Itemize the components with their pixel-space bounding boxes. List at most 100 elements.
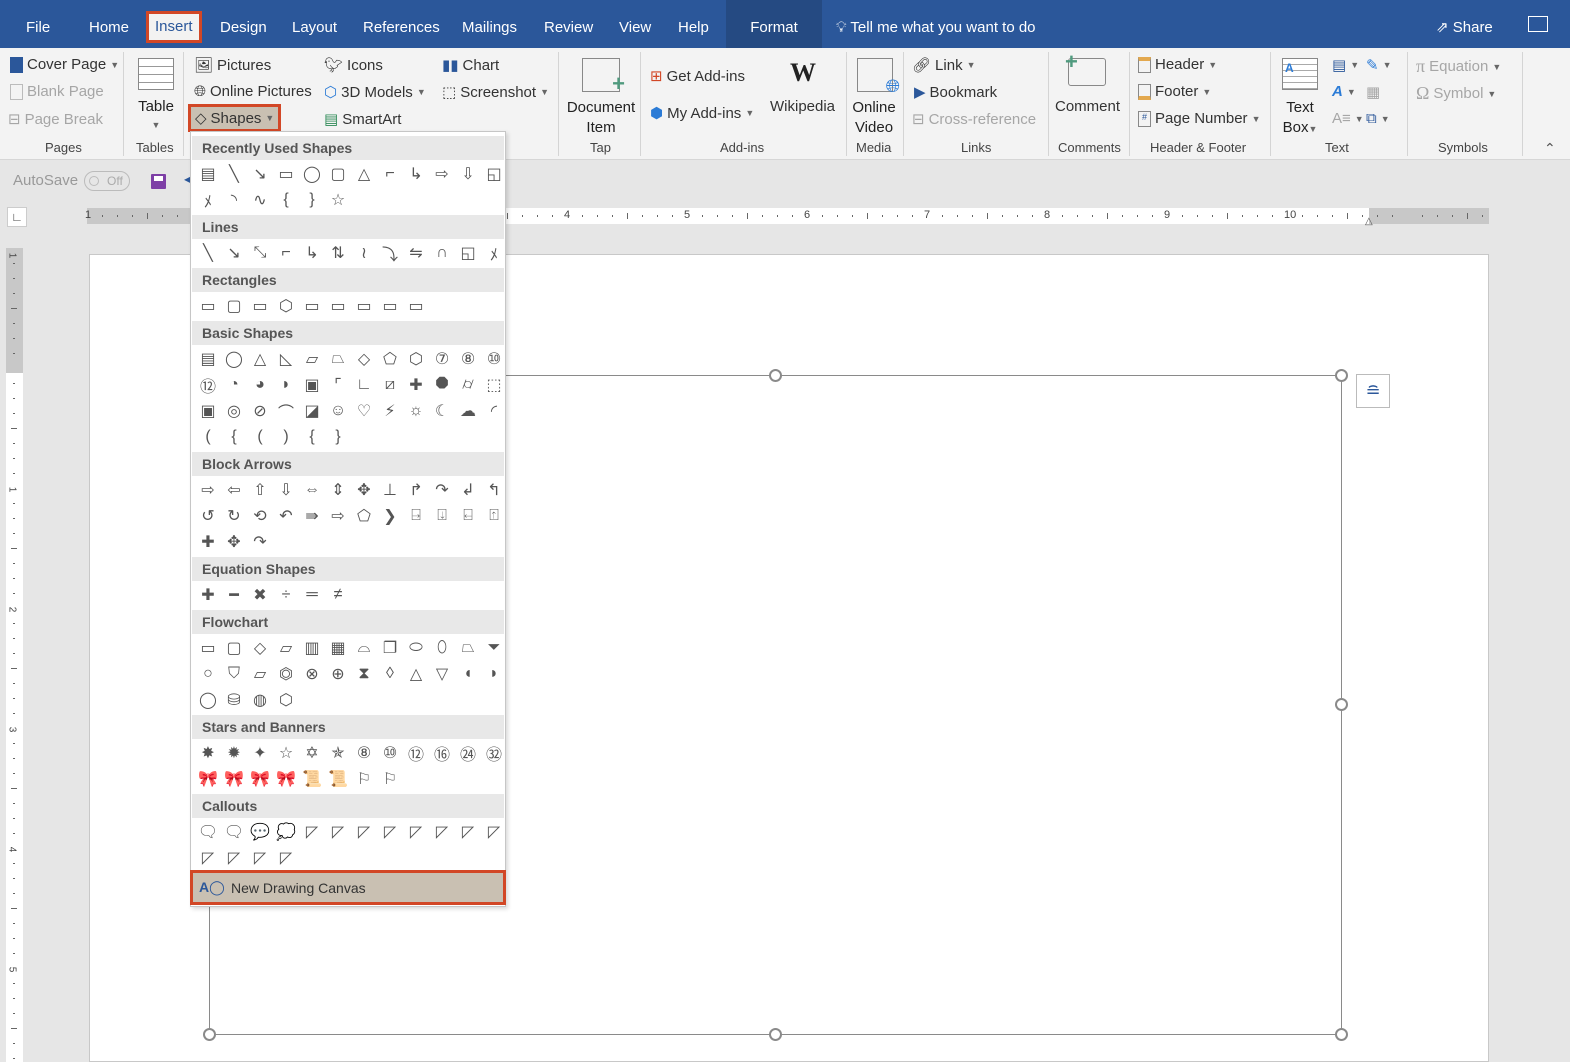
stars-shape-icon[interactable]: 🎀 (273, 766, 299, 792)
basic-shape-icon[interactable]: ✚ (403, 372, 429, 398)
tab-insert[interactable]: Insert (146, 11, 202, 43)
basic-shape-icon[interactable]: ☺ (325, 398, 351, 424)
recent-shape-icon[interactable]: ↘ (247, 161, 273, 187)
stars-shape-icon[interactable]: 🎀 (195, 766, 221, 792)
flowchart-shape-icon[interactable]: ◗ (481, 661, 507, 687)
rectangles-shape-icon[interactable]: ▭ (195, 293, 221, 319)
recent-shape-icon[interactable]: ╲ (221, 161, 247, 187)
callouts-shape-icon[interactable]: ◸ (273, 845, 299, 871)
callouts-shape-icon[interactable]: ◸ (247, 845, 273, 871)
equation-shape-icon[interactable]: ✚ (195, 582, 221, 608)
recent-shape-icon[interactable]: ☆ (325, 187, 351, 213)
stars-shape-icon[interactable]: ㉜ (481, 740, 507, 766)
tab-mailings[interactable]: Mailings (454, 0, 525, 48)
block_arrows-shape-icon[interactable]: ⇨ (325, 503, 351, 529)
callouts-shape-icon[interactable]: 🗨 (195, 819, 221, 845)
page-break-button[interactable]: ⊟ Page Break (8, 110, 103, 129)
basic-shape-icon[interactable]: ⏢ (325, 346, 351, 372)
callouts-shape-icon[interactable]: ◸ (429, 819, 455, 845)
pictures-button[interactable]: 🖼︎ Pictures (194, 56, 271, 75)
resize-handle-top-right[interactable] (1335, 369, 1348, 382)
flowchart-shape-icon[interactable]: ⏣ (273, 661, 299, 687)
header-button[interactable]: Header ▼ (1138, 56, 1217, 73)
blank-page-button[interactable]: Blank Page (10, 83, 104, 100)
basic-shape-icon[interactable]: △ (247, 346, 273, 372)
basic-shape-icon[interactable]: ⑦ (429, 346, 455, 372)
basic-shape-icon[interactable]: ⌭ (455, 372, 481, 398)
flowchart-shape-icon[interactable]: ⬯ (429, 635, 455, 661)
block_arrows-shape-icon[interactable]: ↱ (403, 477, 429, 503)
bookmark-button[interactable]: ▶ Bookmark (914, 83, 997, 102)
basic-shape-icon[interactable]: ( (195, 424, 221, 450)
equation-shape-icon[interactable]: ✖ (247, 582, 273, 608)
flowchart-shape-icon[interactable]: ⬭ (403, 635, 429, 661)
recent-shape-icon[interactable]: ◱ (481, 161, 507, 187)
flowchart-shape-icon[interactable]: ⊗ (299, 661, 325, 687)
block_arrows-shape-icon[interactable]: ⇕ (325, 477, 351, 503)
basic-shape-icon[interactable]: ) (273, 424, 299, 450)
callouts-shape-icon[interactable]: ◸ (481, 819, 507, 845)
lines-shape-icon[interactable]: ⤡ (247, 240, 273, 266)
recent-shape-icon[interactable]: ﾒ (195, 187, 221, 213)
tab-layout[interactable]: Layout (284, 0, 345, 48)
recent-shape-icon[interactable]: △ (351, 161, 377, 187)
block_arrows-shape-icon[interactable]: ✥ (351, 477, 377, 503)
lines-shape-icon[interactable]: ╲ (195, 240, 221, 266)
basic-shape-icon[interactable]: ⑫ (195, 372, 221, 398)
flowchart-shape-icon[interactable]: ⛉ (221, 661, 247, 687)
flowchart-shape-icon[interactable]: ⏢ (455, 635, 481, 661)
recent-shape-icon[interactable]: } (299, 187, 325, 213)
block_arrows-shape-icon[interactable]: ↰ (481, 477, 507, 503)
basic-shape-icon[interactable]: { (221, 424, 247, 450)
online-pictures-button[interactable]: 🌐︎ Online Pictures (194, 83, 312, 100)
flowchart-shape-icon[interactable]: ▦ (325, 635, 351, 661)
callouts-shape-icon[interactable]: 💭 (273, 819, 299, 845)
layout-options-icon[interactable]: ≘ (1356, 374, 1390, 408)
rectangles-shape-icon[interactable]: ▭ (247, 293, 273, 319)
rectangles-shape-icon[interactable]: ⬡ (273, 293, 299, 319)
flowchart-shape-icon[interactable]: ▽ (429, 661, 455, 687)
resize-handle-bottom-left[interactable] (203, 1028, 216, 1041)
tab-view[interactable]: View (611, 0, 659, 48)
recent-shape-icon[interactable]: { (273, 187, 299, 213)
block_arrows-shape-icon[interactable]: ⬠ (351, 503, 377, 529)
cross-reference-button[interactable]: ⊟ Cross-reference (912, 110, 1036, 129)
lines-shape-icon[interactable]: ⤵ (377, 240, 403, 266)
block_arrows-shape-icon[interactable]: ↻ (221, 503, 247, 529)
basic-shape-icon[interactable]: ⬡ (403, 346, 429, 372)
basic-shape-icon[interactable]: ▣ (299, 372, 325, 398)
recent-shape-icon[interactable]: ▢ (325, 161, 351, 187)
stars-shape-icon[interactable]: 🎀 (221, 766, 247, 792)
basic-shape-icon[interactable]: ⯃ (429, 372, 455, 398)
tab-file[interactable]: File (18, 0, 58, 48)
flowchart-shape-icon[interactable]: ▭ (195, 635, 221, 661)
flowchart-shape-icon[interactable]: ⏷ (481, 635, 507, 661)
lines-shape-icon[interactable]: ∩ (429, 240, 455, 266)
recent-shape-icon[interactable]: ⌐ (377, 161, 403, 187)
basic-shape-icon[interactable]: ♡ (351, 398, 377, 424)
block_arrows-shape-icon[interactable]: ⍈ (403, 503, 429, 529)
tell-me-search[interactable]: 💡︎ Tell me what you want to do (836, 0, 1036, 48)
stars-shape-icon[interactable]: ☆ (273, 740, 299, 766)
stars-shape-icon[interactable]: ⑧ (351, 740, 377, 766)
flowchart-shape-icon[interactable]: ◊ (377, 661, 403, 687)
document-item-button[interactable]: Document Item (566, 98, 636, 138)
shapes-button[interactable]: ◇ Shapes ▼ (188, 104, 282, 132)
block_arrows-shape-icon[interactable]: ⇨ (195, 477, 221, 503)
autosave-toggle[interactable]: Off (84, 171, 130, 191)
link-button[interactable]: 🔗︎ Link ▼ (912, 56, 976, 75)
lines-shape-icon[interactable]: ⇋ (403, 240, 429, 266)
flowchart-shape-icon[interactable]: ⬡ (273, 687, 299, 713)
comment-button[interactable]: Comment (1055, 98, 1120, 115)
flowchart-shape-icon[interactable]: ⊕ (325, 661, 351, 687)
lines-shape-icon[interactable]: ﾒ (481, 240, 507, 266)
stars-shape-icon[interactable]: 📜 (299, 766, 325, 792)
tab-references[interactable]: References (355, 0, 448, 48)
block_arrows-shape-icon[interactable]: ⇔ (299, 477, 325, 503)
lines-shape-icon[interactable]: ↳ (299, 240, 325, 266)
block_arrows-shape-icon[interactable]: ✚ (195, 529, 221, 555)
resize-handle-bottom-right[interactable] (1335, 1028, 1348, 1041)
recent-shape-icon[interactable]: ◯ (299, 161, 325, 187)
block_arrows-shape-icon[interactable]: ↶ (273, 503, 299, 529)
resize-handle-top[interactable] (769, 369, 782, 382)
